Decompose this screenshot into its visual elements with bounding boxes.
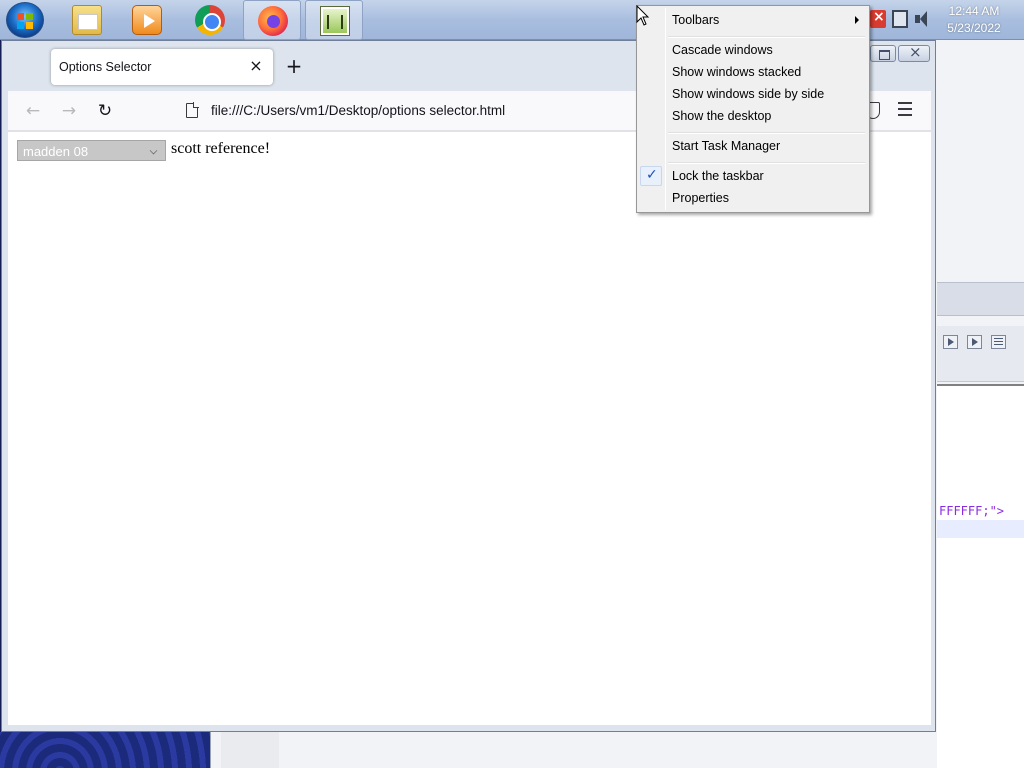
taskbar-media-player[interactable] [118, 0, 176, 40]
play-icon[interactable] [943, 335, 958, 349]
hamburger-menu-icon[interactable] [898, 102, 912, 116]
menu-item-show-windows-side-by-side[interactable]: Show windows side by side [639, 83, 867, 105]
notepad-icon [320, 6, 350, 36]
checked-indicator: ✓ [640, 166, 662, 186]
chrome-icon [195, 5, 225, 35]
tab-close-icon[interactable]: × [247, 57, 265, 75]
url-bar[interactable]: file:///C:/Users/vm1/Desktop/options sel… [176, 96, 664, 126]
volume-icon[interactable] [914, 10, 930, 28]
clock[interactable]: 12:44 AM 5/23/2022 [940, 3, 1008, 37]
current-line-highlight [937, 520, 1024, 538]
menu-item-properties[interactable]: Properties [639, 187, 867, 209]
reference-text: scott reference! [171, 140, 271, 157]
menu-item-label: Cascade windows [672, 43, 773, 57]
menu-separator [668, 36, 865, 38]
list-icon[interactable] [991, 335, 1006, 349]
firefox-icon [258, 6, 288, 36]
options-select[interactable]: madden 08 [17, 140, 166, 161]
url-text: file:///C:/Users/vm1/Desktop/options sel… [211, 103, 506, 118]
menu-item-label: Lock the taskbar [672, 169, 764, 183]
editor-menu-strip [937, 282, 1024, 316]
menu-item-label: Start Task Manager [672, 139, 781, 153]
clock-time: 12:44 AM [948, 4, 1000, 18]
select-value: madden 08 [23, 144, 89, 159]
clock-date: 5/23/2022 [947, 21, 1001, 35]
menu-separator [668, 132, 865, 134]
tab-title: Options Selector [59, 60, 152, 74]
media-player-icon [132, 5, 162, 35]
reload-icon[interactable]: ↻ [95, 101, 115, 121]
menu-item-start-task-manager[interactable]: Start Task Manager [639, 135, 867, 157]
menu-item-show-windows-stacked[interactable]: Show windows stacked [639, 61, 867, 83]
taskbar-notepad[interactable] [305, 0, 363, 40]
submenu-arrow-icon [855, 16, 859, 24]
checkmark-icon: ✓ [646, 167, 658, 183]
taskbar-chrome[interactable] [181, 0, 239, 40]
taskbar: 12:44 AM 5/23/2022 [0, 0, 1024, 40]
editor-gutter [221, 732, 279, 768]
new-tab-button[interactable]: + [283, 56, 305, 78]
maximize-button[interactable] [870, 45, 896, 62]
back-icon[interactable]: ← [23, 101, 43, 121]
menu-separator [668, 162, 865, 164]
menu-item-label: Properties [672, 191, 729, 205]
taskbar-file-explorer[interactable] [58, 0, 116, 40]
network-icon[interactable] [892, 10, 908, 28]
forward-icon[interactable]: → [59, 101, 79, 121]
mouse-cursor-icon [636, 5, 650, 26]
menu-item-toolbars[interactable]: Toolbars [639, 9, 867, 31]
menu-item-show-desktop[interactable]: Show the desktop [639, 105, 867, 127]
menu-item-label: Show the desktop [672, 109, 772, 123]
page-content: madden 08 scott reference! [8, 132, 931, 725]
menu-item-cascade-windows[interactable]: Cascade windows [639, 39, 867, 61]
windows-logo-icon [17, 13, 33, 29]
desktop-wallpaper-corner [0, 732, 212, 768]
fast-forward-icon[interactable] [967, 335, 982, 349]
menu-item-label: Show windows stacked [672, 65, 802, 79]
start-button[interactable] [6, 2, 44, 38]
chevron-down-icon [149, 146, 158, 155]
action-center-icon[interactable] [870, 9, 886, 28]
page-icon [186, 102, 199, 118]
menu-item-label: Toolbars [672, 13, 720, 27]
tab-options-selector[interactable]: Options Selector × [51, 49, 273, 85]
taskbar-context-menu: Toolbars Cascade windows Show windows st… [636, 5, 870, 213]
editor-toolbar [937, 326, 1024, 382]
folder-icon [72, 5, 102, 35]
menu-item-lock-taskbar[interactable]: ✓ Lock the taskbar [639, 165, 867, 187]
code-line: FFFFFF;"> [939, 504, 1005, 518]
taskbar-firefox[interactable] [243, 0, 301, 40]
editor-code-area[interactable]: FFFFFF;"> [937, 384, 1024, 768]
menu-item-label: Show windows side by side [672, 87, 825, 101]
close-window-button[interactable] [898, 43, 930, 62]
